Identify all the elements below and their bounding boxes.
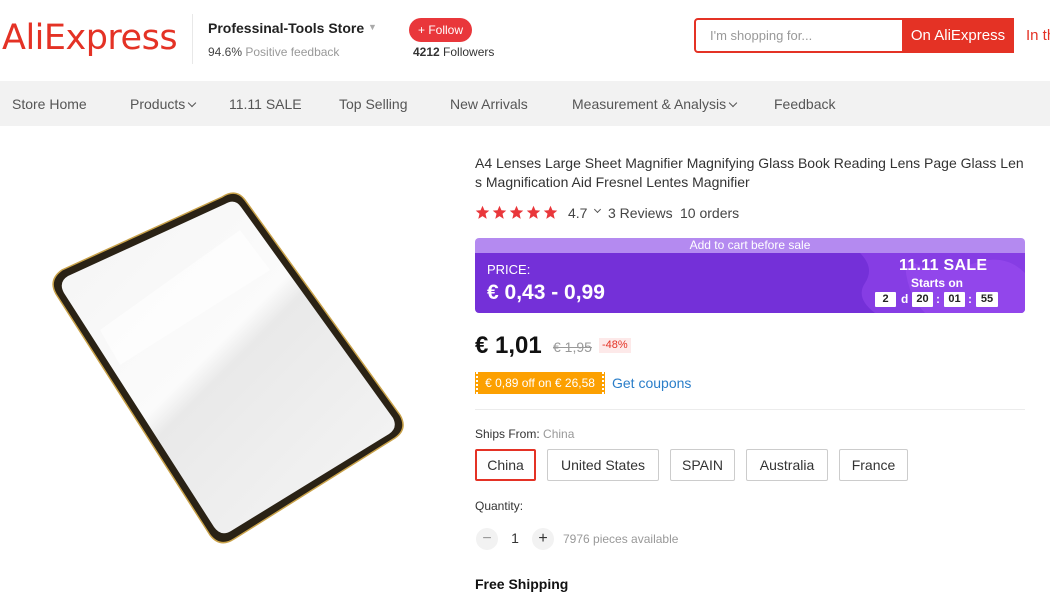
nav-feedback[interactable]: Feedback (774, 81, 835, 126)
star-icon (492, 205, 507, 219)
nav-top-selling[interactable]: Top Selling (339, 81, 408, 126)
sale-banner-top-text: Add to cart before sale (475, 238, 1025, 253)
countdown-seconds: 55 (976, 292, 998, 307)
free-shipping-label: Free Shipping (475, 576, 569, 592)
nav-top-selling-label: Top Selling (339, 96, 408, 112)
store-name[interactable]: Professinal-Tools Store (208, 20, 364, 36)
star-icon (475, 205, 490, 219)
original-price: € 1,95 (553, 339, 592, 355)
ships-from: Ships From: China (475, 427, 574, 441)
feedback-percent: 94.6% (208, 45, 243, 59)
nav-feedback-label: Feedback (774, 96, 836, 112)
sale-event-title: 11.11 SALE (899, 257, 988, 274)
sale-banner: Add to cart before sale PRICE: € 0,43 - … (475, 238, 1025, 313)
header-divider (192, 14, 193, 64)
countdown-minutes: 01 (944, 292, 965, 307)
nav-products[interactable]: Products (130, 81, 197, 126)
nav-products-label: Products (130, 96, 186, 112)
reviews-link[interactable]: 3 Reviews (608, 205, 673, 221)
sale-starts-on: Starts on (911, 276, 964, 290)
discount-badge: -48% (599, 338, 631, 353)
chevron-down-icon[interactable] (593, 205, 602, 214)
countdown-days-unit: d (901, 292, 909, 306)
sale-price-range: € 0,43 - 0,99 (487, 281, 605, 304)
product-title: A4 Lenses Large Sheet Magnifier Magnifyi… (475, 155, 1024, 190)
orders-count: 10 orders (680, 205, 740, 221)
nav-store-home-label: Store Home (12, 96, 87, 112)
ships-from-value: China (543, 427, 575, 441)
quantity-value[interactable]: 1 (505, 530, 525, 546)
follow-button[interactable]: + Follow (409, 18, 472, 42)
product-image[interactable] (40, 190, 410, 550)
star-icon (526, 205, 541, 219)
ship-option-china[interactable]: China (475, 449, 536, 481)
quantity-label: Quantity: (475, 499, 524, 513)
nav-store-home[interactable]: Store Home (12, 81, 87, 126)
rating-stars[interactable] (475, 204, 565, 222)
countdown-days: 2 (875, 292, 896, 307)
ship-option-australia[interactable]: Australia (746, 449, 828, 481)
ship-option-spain[interactable]: SPAIN (670, 449, 735, 481)
store-nav: Store Home Products 11.11 SALE Top Selli… (0, 81, 1050, 126)
nav-new-arrivals-label: New Arrivals (450, 96, 528, 112)
rating-value[interactable]: 4.7 (568, 205, 587, 221)
coupon-badge[interactable]: € 0,89 off on € 26,58 (475, 372, 605, 394)
star-icon (543, 205, 558, 219)
current-price: € 1,01 (475, 332, 542, 359)
nav-measurement-analysis[interactable]: Measurement & Analysis (572, 81, 738, 126)
store-header: AliExpress Professinal-Tools Store ▼ 94.… (0, 0, 1050, 81)
get-coupons-link[interactable]: Get coupons (612, 375, 691, 391)
nav-1111-sale[interactable]: 11.11 SALE (229, 81, 302, 126)
quantity-increase-button[interactable]: + (532, 528, 554, 550)
ship-option-united-states[interactable]: United States (547, 449, 659, 481)
quantity-available: 7976 pieces available (563, 532, 679, 546)
store-caret-icon[interactable]: ▼ (368, 22, 377, 32)
nav-1111-sale-label: 11.11 SALE (229, 96, 302, 112)
nav-measurement-label: Measurement & Analysis (572, 96, 727, 112)
countdown-separator: : (936, 292, 940, 306)
followers-count: 4212 Followers (413, 45, 494, 59)
feedback-label: Positive feedback (245, 45, 340, 59)
aliexpress-logo[interactable]: AliExpress (2, 18, 178, 58)
quantity-decrease-button[interactable]: − (476, 528, 498, 550)
search-in-store-button[interactable]: In th (1014, 18, 1050, 53)
sale-price-label: PRICE: (487, 262, 531, 277)
followers-number: 4212 (413, 45, 440, 59)
countdown-separator: : (968, 292, 972, 306)
chevron-down-icon (188, 98, 197, 108)
followers-label: Followers (443, 45, 495, 59)
store-feedback: 94.6% Positive feedback (208, 45, 339, 59)
search-input[interactable] (696, 20, 902, 51)
search-bar: On AliExpress In th (694, 18, 1050, 53)
nav-new-arrivals[interactable]: New Arrivals (450, 81, 528, 126)
section-divider (475, 409, 1025, 410)
countdown-hours: 20 (912, 292, 933, 307)
search-aliexpress-button[interactable]: On AliExpress (902, 18, 1014, 53)
sale-banner-body: PRICE: € 0,43 - 0,99 11.11 SALE Starts o… (475, 253, 1025, 313)
star-icon (509, 205, 524, 219)
ships-from-label: Ships From: (475, 427, 540, 441)
chevron-down-icon (728, 98, 738, 108)
ship-option-france[interactable]: France (839, 449, 908, 481)
